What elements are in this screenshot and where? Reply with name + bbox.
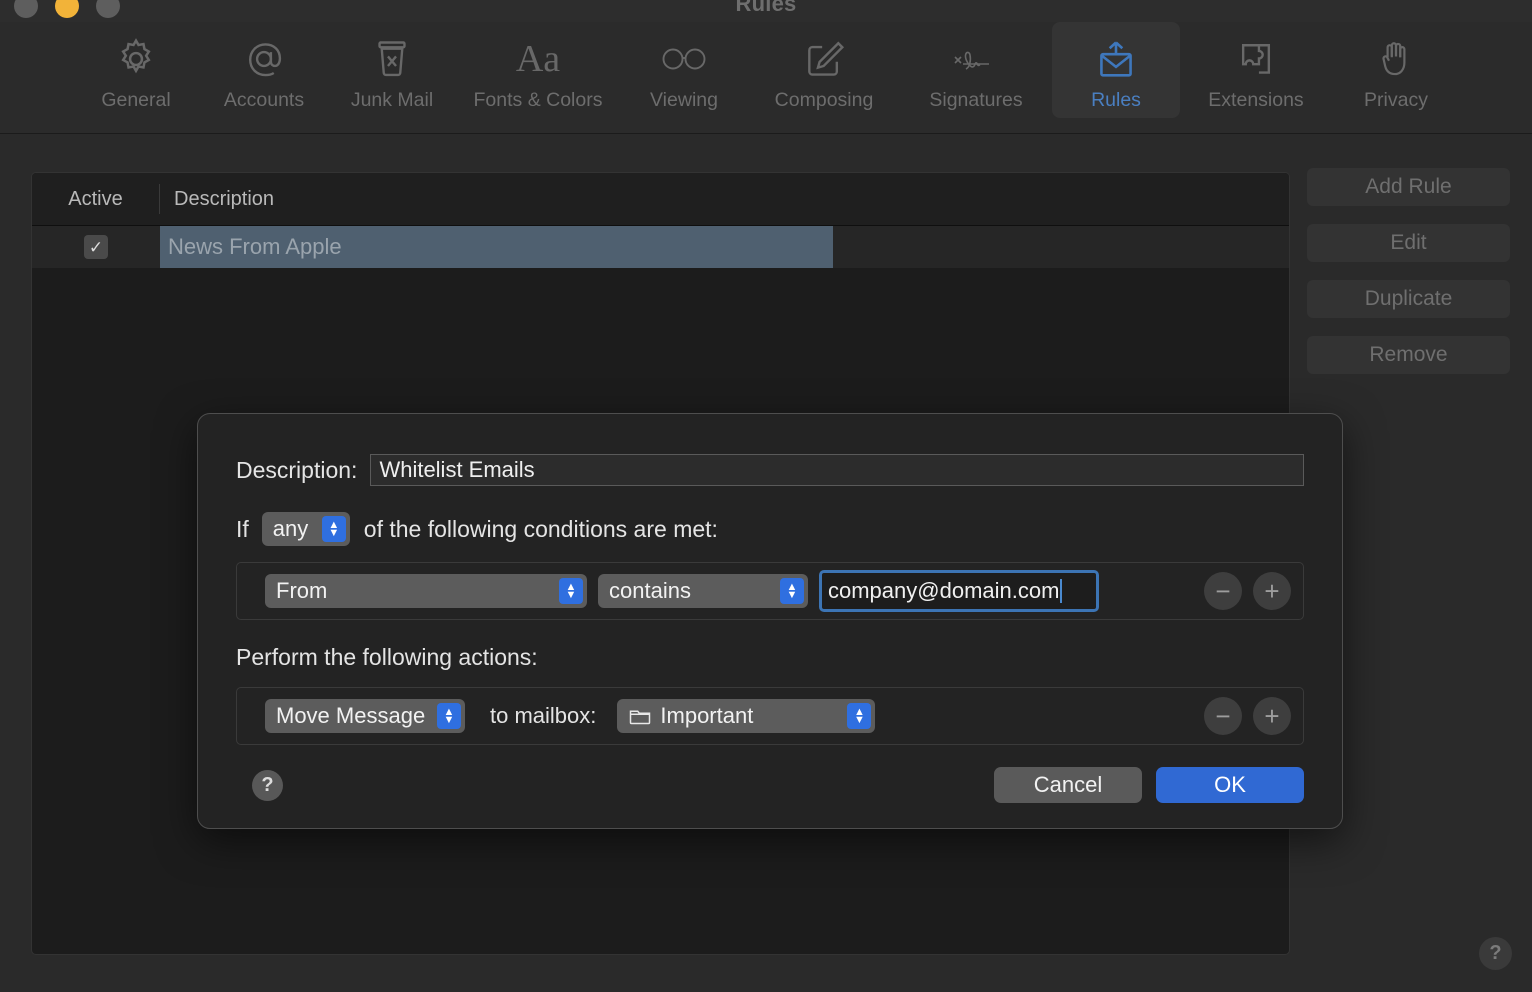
condition-operator-value: contains [609, 578, 691, 603]
toolbar-tab-label: Junk Mail [350, 89, 434, 111]
conditions-header-row: If any ▲ ▼ of the following conditions ar… [236, 512, 1304, 546]
chevron-updown-icon: ▲ ▼ [321, 516, 346, 542]
junk-bin-icon [360, 35, 424, 83]
mailbox-value: Important [660, 703, 754, 728]
window-titlebar: Rules [0, 0, 1532, 22]
toolbar-tab-viewing[interactable]: Viewing [620, 22, 748, 112]
toolbar-tab-junk-mail[interactable]: Junk Mail [328, 22, 456, 112]
chevron-updown-icon: ▲ ▼ [437, 703, 461, 729]
add-action-button[interactable]: + [1253, 697, 1291, 735]
window-title: Rules [735, 0, 797, 16]
table-row[interactable]: ✓ News From Apple [32, 226, 1289, 268]
sheet-footer: ? Cancel OK [236, 767, 1304, 803]
glasses-icon [652, 35, 716, 83]
compose-icon [792, 35, 856, 83]
condition-operator-popup[interactable]: contains ▲ ▼ [598, 574, 808, 608]
toolbar-tab-privacy[interactable]: Privacy [1332, 22, 1460, 112]
column-header-description[interactable]: Description [160, 188, 274, 211]
text-cursor [1060, 579, 1063, 603]
conditions-header-suffix: of the following conditions are met: [363, 515, 718, 542]
toolbar-tab-rules[interactable]: Rules [1052, 22, 1180, 118]
add-rule-button[interactable]: Add Rule [1307, 168, 1510, 206]
condition-field-popup[interactable]: From ▲ ▼ [265, 574, 587, 608]
chevron-updown-icon: ▲ ▼ [559, 578, 583, 604]
rules-mail-icon [1084, 35, 1148, 83]
remove-action-button[interactable]: − [1204, 697, 1242, 735]
puzzle-icon [1224, 35, 1288, 83]
match-type-value: any [272, 516, 309, 541]
action-row: Move Message ▲ ▼ to mailbox: Important ▲… [236, 687, 1304, 745]
gear-icon [104, 35, 168, 83]
chevron-updown-icon: ▲ ▼ [780, 578, 804, 604]
column-header-active[interactable]: Active [32, 184, 160, 214]
toolbar-tab-label: Accounts [223, 89, 305, 111]
checkmark-icon: ✓ [88, 237, 104, 257]
rule-active-cell: ✓ [32, 235, 160, 259]
description-input[interactable]: Whitelist Emails [370, 454, 1304, 486]
toolbar-tab-label: Privacy [1364, 89, 1428, 111]
rules-table-header: Active Description [32, 173, 1289, 226]
chevron-updown-icon: ▲ ▼ [847, 703, 872, 729]
rule-editor-sheet: Description: Whitelist Emails If any ▲ ▼ … [197, 413, 1343, 829]
duplicate-button[interactable]: Duplicate [1307, 280, 1510, 318]
rule-description-cell[interactable]: News From Apple [160, 226, 833, 268]
toolbar-tab-label: Composing [774, 89, 874, 111]
toolbar-tab-label: Rules [1091, 89, 1141, 111]
description-label: Description: [236, 456, 358, 483]
if-label: If [236, 515, 249, 542]
mailbox-popup[interactable]: Important ▲ ▼ [617, 699, 876, 733]
remove-button[interactable]: Remove [1307, 336, 1510, 374]
sheet-help-button[interactable]: ? [252, 769, 283, 801]
to-mailbox-label: to mailbox: [490, 703, 597, 728]
preferences-window: Rules General Accounts Junk Mail Aa Font… [0, 0, 1532, 992]
at-sign-icon [232, 35, 296, 83]
toolbar-tab-label: Viewing [650, 89, 718, 111]
condition-value-text: company@domain.com [828, 578, 1060, 603]
actions-header: Perform the following actions: [236, 644, 538, 670]
toolbar-tab-label: Fonts & Colors [473, 89, 603, 111]
action-type-popup[interactable]: Move Message ▲ ▼ [265, 699, 465, 733]
window-help-button[interactable]: ? [1479, 937, 1512, 970]
rules-side-buttons: Add Rule Edit Duplicate Remove [1307, 168, 1510, 374]
condition-value-input[interactable]: company@domain.com [819, 570, 1099, 612]
toolbar-tab-signatures[interactable]: Signatures [900, 22, 1052, 112]
signature-icon [944, 35, 1008, 83]
toolbar-tab-label: General [101, 89, 171, 111]
question-mark-icon: ? [1489, 942, 1502, 964]
hand-icon [1364, 35, 1428, 83]
aa-text-icon: Aa [506, 35, 570, 83]
condition-row: From ▲▼ contains ▲▼ company@domain.com [236, 562, 1304, 620]
toolbar-tab-fonts-colors[interactable]: Aa Fonts & Colors [456, 22, 620, 112]
preferences-toolbar: General Accounts Junk Mail Aa Fonts & Co… [0, 22, 1532, 134]
toolbar-tab-accounts[interactable]: Accounts [200, 22, 328, 112]
add-condition-button[interactable]: + [1253, 572, 1291, 610]
toolbar-tab-label: Extensions [1208, 89, 1304, 111]
action-type-value: Move Message [276, 703, 426, 728]
toolbar-tab-label: Signatures [929, 89, 1023, 111]
description-row: Description: Whitelist Emails [236, 454, 1304, 486]
svg-text:Aa: Aa [516, 38, 560, 80]
rules-pane: Active Description ✓ News From Apple Add… [0, 134, 1532, 992]
rule-active-checkbox[interactable]: ✓ [84, 235, 108, 259]
condition-field-value: From [276, 578, 328, 603]
toolbar-tab-general[interactable]: General [72, 22, 200, 112]
ok-button[interactable]: OK [1156, 767, 1304, 803]
cancel-button[interactable]: Cancel [994, 767, 1142, 803]
toolbar-tab-extensions[interactable]: Extensions [1180, 22, 1332, 112]
toolbar-tab-composing[interactable]: Composing [748, 22, 900, 112]
folder-icon [628, 706, 652, 726]
remove-condition-button[interactable]: − [1204, 572, 1242, 610]
match-type-popup[interactable]: any ▲ ▼ [261, 512, 350, 546]
edit-button[interactable]: Edit [1307, 224, 1510, 262]
